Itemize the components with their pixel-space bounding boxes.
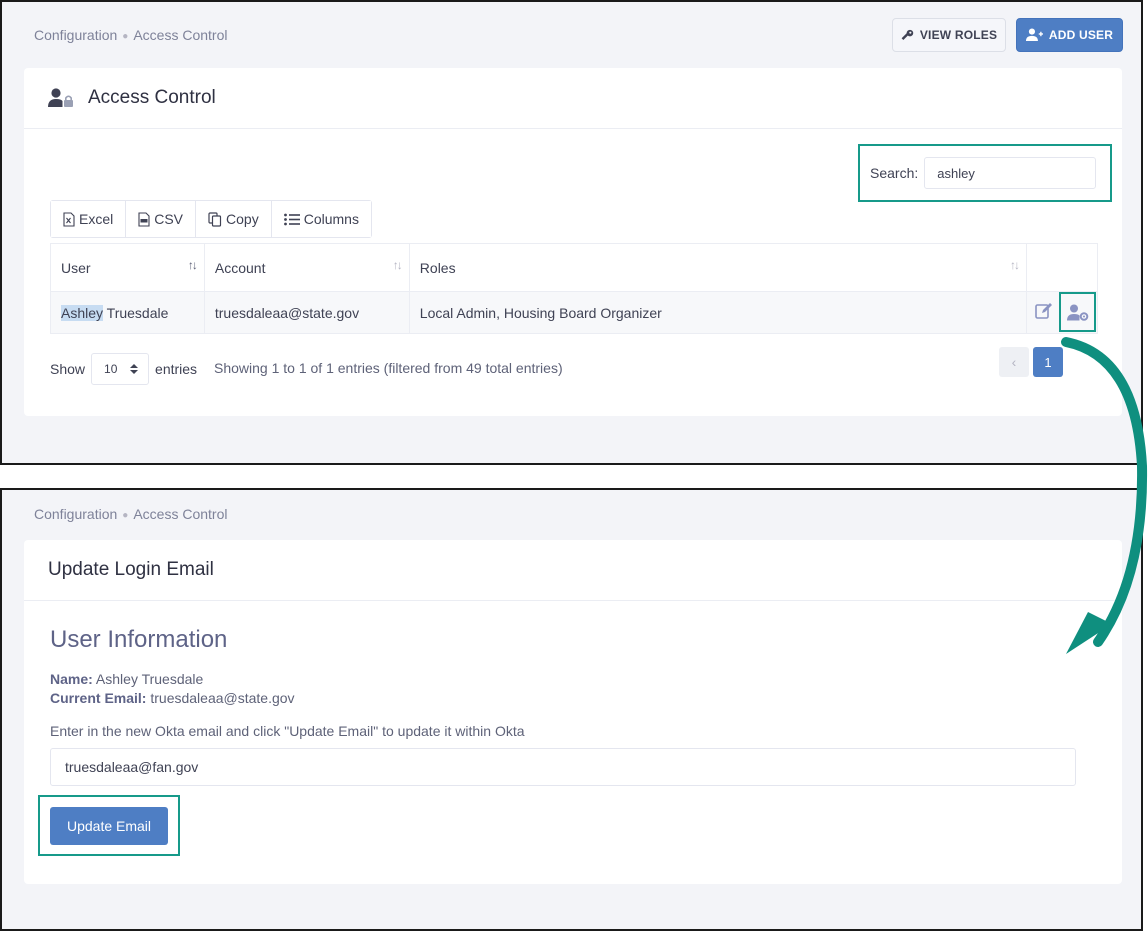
excel-button[interactable]: Excel (51, 201, 127, 237)
columns-button[interactable]: Columns (271, 201, 371, 237)
view-roles-button[interactable]: VIEW ROLES (892, 18, 1006, 52)
cell-actions (1026, 291, 1098, 334)
card-title: Access Control (88, 87, 216, 108)
access-control-card: Access Control Search: Excel CSV Copy Co… (24, 68, 1122, 416)
cell-account: truesdaleaa@state.gov (203, 291, 410, 334)
search-match-highlight: Ashley (61, 304, 104, 321)
user-name-row: Name: Ashley Truesdale (50, 671, 203, 687)
user-lock-icon (48, 88, 73, 107)
copy-label: Copy (226, 211, 259, 227)
copy-button[interactable]: Copy (196, 201, 272, 237)
user-gear-icon (1066, 304, 1088, 321)
column-header-account[interactable]: Account ↑↓ (203, 243, 410, 292)
current-email-label: Current Email: (50, 690, 147, 706)
export-button-group: Excel CSV Copy Columns (50, 200, 372, 238)
edit-icon[interactable] (1035, 302, 1053, 320)
connector-arrow-curve (1061, 337, 1148, 647)
breadcrumb: Configuration ● Access Control (34, 27, 227, 43)
add-user-label: ADD USER (1048, 28, 1114, 42)
column-header-user[interactable]: User ↑↓ (50, 243, 205, 292)
chevron-left-icon: ‹ (1011, 354, 1017, 370)
connector-arrow (1061, 337, 1148, 654)
sort-icon: ↑↓ (1010, 258, 1020, 272)
breadcrumb-access-control[interactable]: Access Control (133, 506, 227, 522)
current-email-row: Current Email: truesdaleaa@state.gov (50, 690, 295, 706)
column-header-roles[interactable]: Roles ↑↓ (408, 243, 1028, 292)
show-label: Show (50, 361, 86, 377)
pagination: ‹ 1 (999, 347, 1063, 377)
help-text: Enter in the new Okta email and click "U… (50, 723, 525, 739)
file-csv-icon (138, 211, 150, 227)
key-icon (901, 29, 914, 40)
search-area: Search: (858, 144, 1112, 202)
table-header-row: User ↑↓ Account ↑↓ Roles ↑↓ (50, 243, 1098, 292)
manage-login-button[interactable] (1059, 292, 1097, 332)
copy-icon (208, 211, 222, 227)
page-length-value: 10 (104, 362, 118, 376)
select-arrows-icon (130, 364, 139, 374)
name-value: Ashley Truesdale (95, 671, 204, 687)
excel-label: Excel (79, 211, 114, 227)
view-roles-label: VIEW ROLES (919, 28, 998, 42)
sort-icon: ↑↓ (187, 258, 198, 272)
breadcrumb-separator: ● (122, 31, 129, 42)
list-icon (283, 213, 300, 225)
cell-user: Ashley Truesdale (50, 291, 205, 334)
current-email-value: truesdaleaa@state.gov (150, 690, 295, 706)
update-email-button[interactable]: Update Email (50, 807, 168, 845)
columns-label: Columns (303, 211, 359, 227)
entries-label: entries (155, 361, 198, 377)
update-button-highlight: Update Email (38, 795, 180, 856)
card-title: Update Login Email (48, 559, 214, 580)
name-label: Name: (50, 671, 93, 687)
card-header: Update Login Email (24, 540, 1122, 601)
column-header-actions (1026, 243, 1098, 292)
file-excel-icon (63, 211, 75, 227)
update-login-email-screen: Configuration ● Access Control Update Logi… (0, 488, 1143, 931)
sort-icon: ↑↓ (392, 258, 403, 272)
previous-page-button[interactable]: ‹ (999, 347, 1029, 377)
user-plus-icon (1025, 28, 1043, 41)
update-email-card: Update Login Email User Information Name… (24, 540, 1122, 884)
table-info: Showing 1 to 1 of 1 entries (filtered fr… (214, 360, 563, 376)
add-user-button[interactable]: ADD USER (1016, 18, 1123, 52)
new-email-input[interactable] (50, 748, 1076, 786)
breadcrumb-configuration[interactable]: Configuration (34, 27, 117, 43)
cell-roles: Local Admin, Housing Board Organizer (408, 291, 1028, 334)
breadcrumb-separator: ● (122, 510, 129, 521)
page-length-select[interactable]: 10 (91, 353, 150, 385)
csv-label: CSV (154, 211, 184, 227)
breadcrumb-configuration[interactable]: Configuration (34, 506, 117, 522)
card-header: Access Control (24, 68, 1122, 129)
page-length-control: Show 10 entries (50, 352, 197, 386)
csv-button[interactable]: CSV (126, 201, 197, 237)
users-table: User ↑↓ Account ↑↓ Roles ↑↓ Ashley Truesdal… (50, 243, 1098, 334)
section-heading: User Information (50, 626, 228, 653)
search-input[interactable] (924, 157, 1097, 189)
breadcrumb: Configuration ● Access Control (34, 506, 227, 522)
access-control-screen: Configuration ● Access Control VIEW ROLES … (0, 0, 1143, 465)
search-label: Search: (870, 165, 919, 181)
breadcrumb-access-control[interactable]: Access Control (133, 27, 227, 43)
table-row: Ashley Truesdale truesdaleaa@state.gov L… (50, 291, 1098, 334)
